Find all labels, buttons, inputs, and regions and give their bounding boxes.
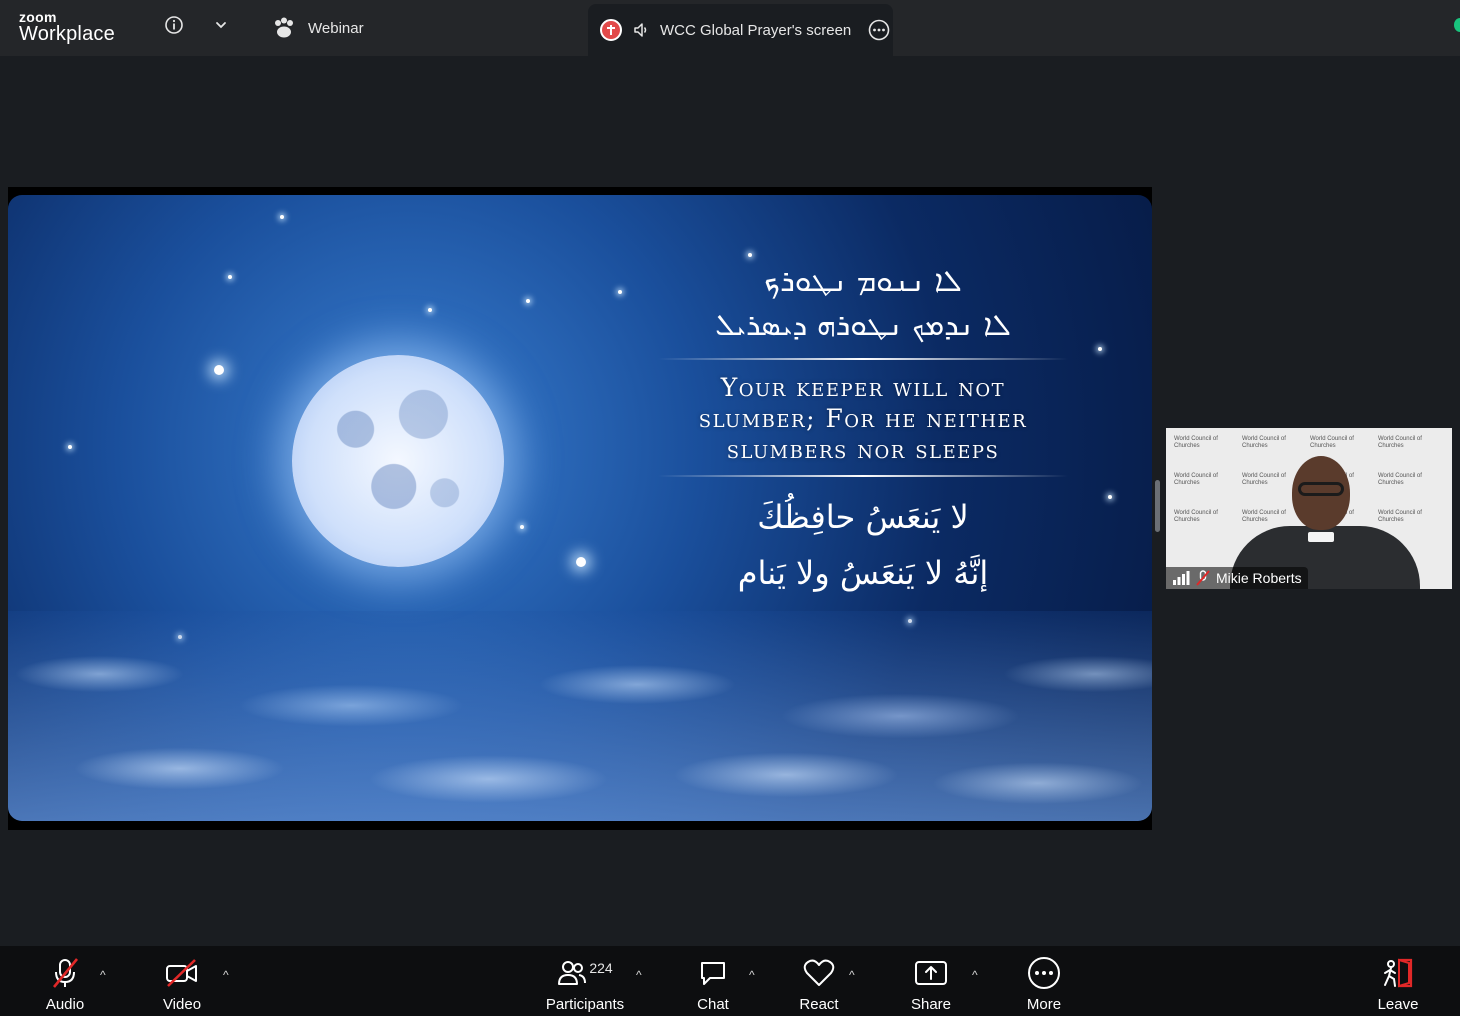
paw-icon	[275, 17, 293, 38]
star	[618, 290, 622, 294]
meeting-toolbar: Audio ^ Video ^ 224 Participants ^ Chat …	[0, 946, 1460, 1016]
leave-icon	[1384, 958, 1413, 988]
speaker-glasses	[1298, 482, 1344, 496]
english-line-3: slumbers nor sleeps	[726, 435, 1000, 464]
info-icon[interactable]	[163, 14, 185, 36]
wcc-logo-icon	[600, 19, 622, 41]
share-label: Share	[910, 996, 952, 1013]
chat-button[interactable]: Chat	[673, 956, 753, 1013]
participants-count: 224	[589, 960, 613, 976]
signal-strength-icon	[1173, 571, 1190, 585]
chat-options-caret[interactable]: ^	[749, 968, 755, 982]
webinar-label: Webinar	[308, 19, 364, 37]
shared-slide: ܠܐ ܢܢܘܡ ܢܛܘܪܟ ܠܐ ܢܕܡܟ ܢܛܘܪܗ ܕܝܣܪܝܠ Your …	[8, 195, 1152, 821]
split-resize-handle[interactable]	[1155, 480, 1160, 532]
brand-big-text: Workplace	[19, 23, 115, 45]
react-options-caret[interactable]: ^	[849, 968, 855, 982]
star	[214, 365, 224, 375]
more-icon	[1028, 957, 1060, 989]
share-screen-icon	[915, 961, 947, 985]
share-title: WCC Global Prayer's screen	[660, 21, 852, 39]
mic-muted-icon	[1196, 570, 1210, 586]
english-line-2: slumber; For he neither	[698, 404, 1028, 433]
react-label: React	[799, 996, 839, 1013]
chat-icon	[701, 962, 725, 985]
speaker-icon[interactable]	[632, 21, 650, 39]
star	[576, 557, 586, 567]
divider	[658, 475, 1068, 477]
more-options-icon[interactable]	[867, 18, 891, 42]
shared-screen-tab[interactable]: WCC Global Prayer's screen	[588, 4, 893, 56]
leave-label: Leave	[1377, 996, 1419, 1013]
clouds-image	[8, 611, 1152, 821]
audio-label: Audio	[45, 996, 85, 1013]
speaker-name: Mikie Roberts	[1216, 570, 1302, 586]
participants-label: Participants	[545, 996, 625, 1013]
verse-text-block: ܠܐ ܢܢܘܡ ܢܛܘܪܟ ܠܐ ܢܕܡܟ ܢܛܘܪܗ ܕܝܣܪܝܠ Your …	[658, 260, 1068, 601]
star	[228, 275, 232, 279]
heart-icon	[803, 959, 835, 986]
speaker-video-tile[interactable]: World Council of Churches World Council …	[1166, 428, 1452, 589]
audio-options-caret[interactable]: ^	[100, 968, 106, 982]
star	[280, 215, 284, 219]
video-button[interactable]: Video	[142, 956, 222, 1013]
star	[428, 308, 432, 312]
speaker-name-bar: Mikie Roberts	[1166, 567, 1308, 589]
video-label: Video	[162, 996, 202, 1013]
more-label: More	[1026, 996, 1062, 1013]
syriac-line-2: ܠܐ ܢܕܡܟ ܢܛܘܪܗ ܕܝܣܪܝܠ	[715, 308, 1011, 343]
video-options-caret[interactable]: ^	[223, 968, 229, 982]
arabic-line-2: إنَّهُ لا يَنعَسُ ولا يَنام	[737, 554, 989, 592]
star	[520, 525, 524, 529]
shared-screen: ܠܐ ܢܢܘܡ ܢܛܘܪܟ ܠܐ ܢܕܡܟ ܢܛܘܪܗ ܕܝܣܪܝܠ Your …	[8, 187, 1152, 830]
arabic-line-1: لا يَنعَسُ حافِظُكَ	[757, 498, 969, 536]
star	[526, 299, 530, 303]
chevron-down-icon[interactable]	[210, 14, 232, 36]
english-line-1: Your keeper will not	[720, 373, 1006, 402]
mic-muted-icon	[52, 958, 79, 988]
share-button[interactable]: Share	[891, 956, 971, 1013]
zoom-workplace-logo: zoom Workplace	[19, 10, 115, 44]
star	[1098, 347, 1102, 351]
star	[68, 445, 72, 449]
status-indicator	[1454, 18, 1460, 32]
audio-button[interactable]: Audio	[25, 956, 105, 1013]
star	[1108, 495, 1112, 499]
webinar-indicator[interactable]: Webinar	[272, 14, 364, 42]
star	[748, 253, 752, 257]
chat-label: Chat	[697, 996, 729, 1013]
syriac-line-1: ܠܐ ܢܢܘܡ ܢܛܘܪܟ	[764, 264, 962, 299]
more-button[interactable]: More	[1004, 956, 1084, 1013]
full-moon-image	[292, 355, 504, 567]
divider	[658, 358, 1068, 360]
share-options-caret[interactable]: ^	[972, 968, 978, 982]
top-bar: zoom Workplace Webinar WCC Global Prayer…	[0, 0, 1460, 56]
participants-options-caret[interactable]: ^	[636, 968, 642, 982]
participants-button[interactable]: 224 Participants	[535, 956, 635, 1013]
react-button[interactable]: React	[779, 956, 859, 1013]
participants-icon	[558, 961, 587, 985]
video-off-icon	[166, 959, 197, 987]
leave-button[interactable]: Leave	[1358, 956, 1438, 1013]
clerical-collar	[1308, 532, 1334, 542]
brand-small-text: zoom	[19, 9, 57, 25]
